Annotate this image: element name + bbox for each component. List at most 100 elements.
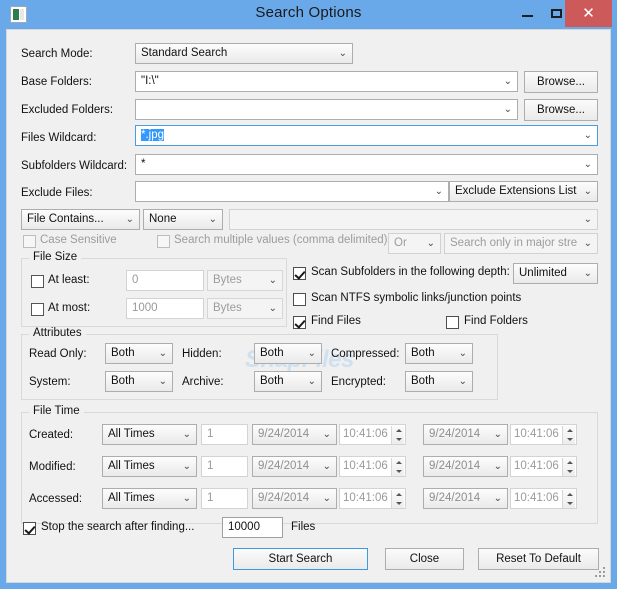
search-mode-combo[interactable]: Standard Search ⌄ [135,43,353,64]
modified-to-time-spinner[interactable]: 10:41:06 P [510,456,577,477]
contains-text-combo[interactable]: ⌄ [229,209,598,230]
chevron-down-icon: ⌄ [583,238,592,249]
attributes-group-title: Attributes [29,327,86,339]
at-most-label: At most: [48,302,91,314]
subfolders-wildcard-value: * [141,158,146,170]
chevron-down-icon: ⌄ [458,376,467,387]
modified-mode-combo[interactable]: All Times ⌄ [102,456,197,477]
system-combo[interactable]: Both ⌄ [105,371,173,392]
archive-combo[interactable]: Both ⌄ [254,371,322,392]
compressed-combo[interactable]: Both ⌄ [405,343,473,364]
chevron-down-icon: ⌄ [503,104,512,115]
at-most-unit-combo[interactable]: Bytes ⌄ [207,298,283,319]
at-least-unit-combo[interactable]: Bytes ⌄ [207,270,283,291]
chevron-down-icon: ⌄ [583,130,592,141]
modified-mode-value: All Times [108,460,155,472]
resize-grip[interactable] [593,565,607,579]
chevron-down-icon: ⌄ [307,376,316,387]
find-folders-label: Find Folders [464,315,528,327]
accessed-to-date-picker[interactable]: 9/24/2014 ⌄ [423,488,508,509]
stream-scope-combo[interactable]: Search only in major stre ⌄ [444,233,598,254]
exclude-extensions-list-button[interactable]: Exclude Extensions List ⌄ [449,181,598,202]
reset-to-default-button[interactable]: Reset To Default [478,548,599,570]
created-from-time-spinner[interactable]: 10:41:06 P [339,424,406,445]
subfolders-wildcard-label: Subfolders Wildcard: [21,160,128,172]
accessed-to-time-spinner[interactable]: 10:41:06 P [510,488,577,509]
accessed-from-time-spinner[interactable]: 10:41:06 P [339,488,406,509]
modified-from-date-picker[interactable]: 9/24/2014 ⌄ [252,456,337,477]
case-sensitive-checkbox[interactable] [23,235,36,248]
chevron-down-icon: ⌄ [583,214,592,225]
logic-operator-value: Or [394,237,407,249]
minimize-button[interactable] [513,0,542,27]
chevron-down-icon: ⌄ [322,493,331,504]
spinner-arrows[interactable] [562,458,575,476]
spinner-arrows[interactable] [562,490,575,508]
multiple-values-checkbox[interactable] [157,235,170,248]
hidden-combo[interactable]: Both ⌄ [254,343,322,364]
created-to-date-picker[interactable]: 9/24/2014 ⌄ [423,424,508,445]
archive-label: Archive: [182,376,224,388]
stop-search-checkbox[interactable] [23,522,36,535]
chevron-down-icon: ⌄ [338,48,347,59]
spinner-arrows[interactable] [391,458,404,476]
modified-amount-input[interactable]: 1 [201,456,248,477]
find-files-checkbox[interactable] [293,316,306,329]
close-window-button[interactable]: ✕ [565,0,612,27]
chevron-down-icon: ⌄ [182,493,191,504]
hidden-label: Hidden: [182,348,222,360]
archive-value: Both [260,375,284,387]
read-only-combo[interactable]: Both ⌄ [105,343,173,364]
encrypted-combo[interactable]: Both ⌄ [405,371,473,392]
base-folders-browse-button[interactable]: Browse... [524,71,598,93]
modified-from-date-value: 9/24/2014 [258,460,310,472]
modified-to-date-picker[interactable]: 9/24/2014 ⌄ [423,456,508,477]
scan-subfolders-label: Scan Subfolders in the following depth: [311,266,510,278]
spinner-arrows[interactable] [391,490,404,508]
start-search-button[interactable]: Start Search [233,548,368,570]
accessed-amount-input[interactable]: 1 [201,488,248,509]
base-folders-value: "I:\" [141,75,159,87]
chevron-down-icon: ⌄ [268,275,277,286]
accessed-from-date-picker[interactable]: 9/24/2014 ⌄ [252,488,337,509]
subfolders-wildcard-combo[interactable]: * ⌄ [135,154,598,175]
chevron-down-icon: ⌄ [458,348,467,359]
exclude-files-combo[interactable]: ⌄ [135,181,449,202]
accessed-mode-combo[interactable]: All Times ⌄ [102,488,197,509]
files-wildcard-combo[interactable]: *.jpg ⌄ [135,125,598,146]
chevron-down-icon: ⌄ [208,214,217,225]
created-from-date-value: 9/24/2014 [258,428,310,440]
find-folders-checkbox[interactable] [446,316,459,329]
created-from-date-picker[interactable]: 9/24/2014 ⌄ [252,424,337,445]
logic-operator-combo[interactable]: Or ⌄ [388,233,441,254]
at-most-value-input[interactable]: 1000 [126,298,204,319]
spinner-arrows[interactable] [391,426,404,444]
chevron-down-icon: ⌄ [125,214,134,225]
at-least-checkbox[interactable] [31,275,44,288]
chevron-down-icon: ⌄ [493,493,502,504]
scan-subfolders-checkbox[interactable] [293,267,306,280]
case-sensitive-label: Case Sensitive [40,234,117,246]
created-mode-combo[interactable]: All Times ⌄ [102,424,197,445]
stop-search-count-input[interactable]: 10000 [222,517,283,538]
dialog-client-area: SnapFiles Search Mode: Standard Search ⌄… [6,29,611,583]
excluded-folders-browse-button[interactable]: Browse... [524,99,598,121]
created-to-time-spinner[interactable]: 10:41:06 P [510,424,577,445]
hidden-value: Both [260,347,284,359]
system-label: System: [29,376,71,388]
contains-mode-combo[interactable]: File Contains... ⌄ [21,209,140,230]
scan-depth-combo[interactable]: Unlimited ⌄ [513,263,598,284]
contains-type-combo[interactable]: None ⌄ [143,209,223,230]
created-amount-input[interactable]: 1 [201,424,248,445]
at-most-checkbox[interactable] [31,303,44,316]
close-button[interactable]: Close [385,548,464,570]
excluded-folders-combo[interactable]: ⌄ [135,99,518,120]
spinner-arrows[interactable] [562,426,575,444]
modified-to-date-value: 9/24/2014 [429,460,481,472]
scan-ntfs-checkbox[interactable] [293,293,306,306]
maximize-icon [551,9,562,18]
base-folders-combo[interactable]: "I:\" ⌄ [135,71,518,92]
modified-from-time-spinner[interactable]: 10:41:06 P [339,456,406,477]
at-least-value-input[interactable]: 0 [126,270,204,291]
chevron-down-icon: ⌄ [322,429,331,440]
